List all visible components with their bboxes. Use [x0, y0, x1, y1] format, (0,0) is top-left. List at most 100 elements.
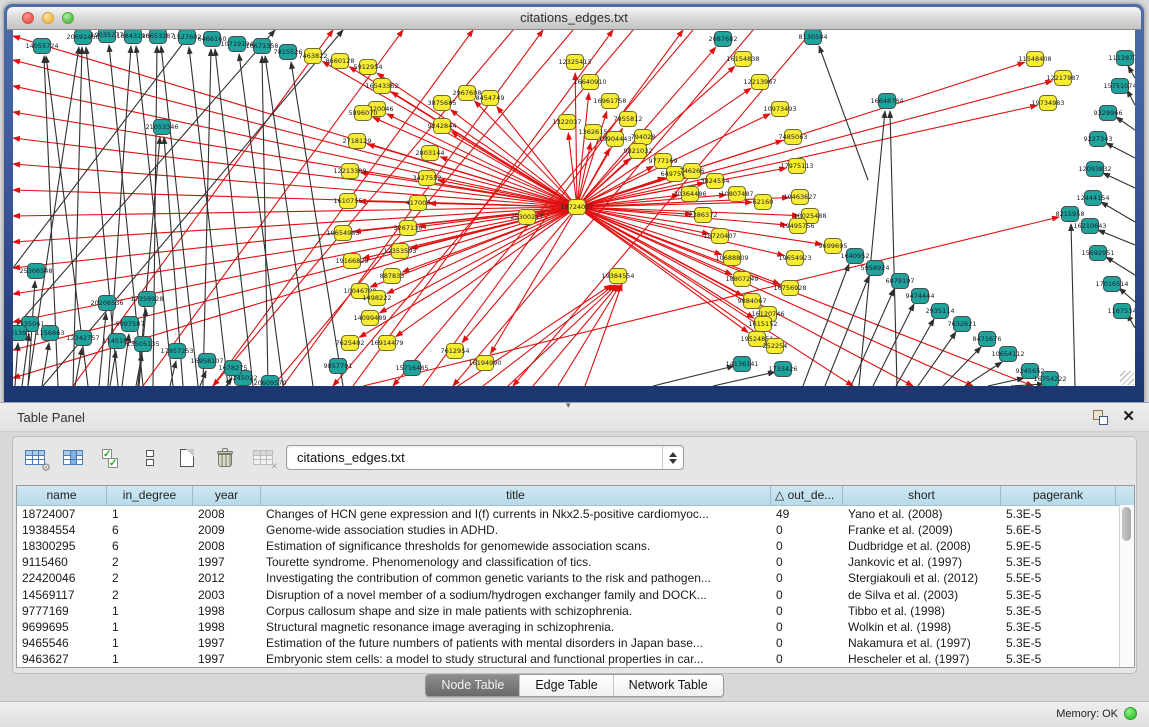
graph-node-label: 9227343: [1084, 135, 1113, 143]
table-cell: 9463627: [17, 652, 107, 666]
table-cell: Stergiakouli et al. (2012): [843, 571, 1001, 585]
table-cell: 0: [771, 620, 843, 634]
graph-node-label: 18720407: [703, 232, 736, 240]
table-header-row: namein_degreeyeartitle△ out_de...shortpa…: [17, 486, 1134, 506]
graph-node-label: 12325413: [558, 58, 591, 66]
float-panel-icon[interactable]: [1092, 409, 1108, 425]
graph-node-label: 16210643: [1073, 222, 1106, 230]
splitter-handle[interactable]: ▾: [566, 400, 571, 411]
graph-node-label: 5912954: [354, 63, 383, 71]
table-row[interactable]: 1456911722003Disruption of a novel membe…: [17, 586, 1134, 602]
table-cell: Nakamura et al. (1997): [843, 636, 1001, 650]
table-cell: 18300295: [17, 539, 107, 553]
row-height-icon[interactable]: [137, 446, 164, 472]
table-select-dropdown[interactable]: citations_edges.txt: [286, 445, 684, 470]
resize-grip[interactable]: [1120, 371, 1134, 385]
graph-node-label: 19166829: [335, 257, 368, 265]
column-header-short[interactable]: short: [843, 486, 1001, 505]
table-cell: Franke et al. (2009): [843, 523, 1001, 537]
table-cell: Tourette syndrome. Phenomenology and cla…: [261, 555, 771, 569]
table-row[interactable]: 1938455462009Genome-wide association stu…: [17, 522, 1134, 538]
window-title: citations_edges.txt: [7, 10, 1141, 25]
vertical-scrollbar[interactable]: [1119, 505, 1134, 667]
graph-node-label: 746266: [680, 167, 705, 175]
graph-node-label: 19654923: [778, 254, 811, 262]
column-header-name[interactable]: name: [17, 486, 107, 505]
graph-node-label: 17016514: [1095, 280, 1128, 288]
table-cell: Estimation of the future numbers of pati…: [261, 636, 771, 650]
create-column-icon[interactable]: [175, 446, 202, 472]
tab-network-table[interactable]: Network Table: [613, 675, 723, 696]
table-cell: 5.3E-5: [1001, 555, 1116, 569]
table-mode-icon[interactable]: ⚙: [23, 446, 50, 472]
graph-node-label: 1678275: [219, 364, 248, 372]
column-header-title[interactable]: title: [261, 486, 771, 505]
table-row[interactable]: 1872400712008Changes of HCN gene express…: [17, 506, 1134, 522]
network-canvas[interactable]: 1405572420691406190352771884319610653287…: [13, 30, 1135, 386]
graph-node-label: 2718129: [343, 137, 372, 145]
select-columns-icon[interactable]: ✓ ✓: [99, 446, 126, 472]
memory-widget[interactable]: Memory: OK: [1056, 707, 1137, 720]
table-cell: 2003: [193, 588, 261, 602]
graph-node-label: 18724007: [560, 203, 593, 211]
table-cell: 9465546: [17, 636, 107, 650]
table-cell: 0: [771, 555, 843, 569]
graph-node-label: 7612954: [441, 347, 470, 355]
graph-node-label: 9329966: [1094, 109, 1123, 117]
table-row[interactable]: 977716911998Corpus callosum shape and si…: [17, 603, 1134, 619]
graph-node-label: 5896070: [349, 109, 378, 117]
window-titlebar[interactable]: citations_edges.txt: [7, 7, 1141, 30]
graph-node-label: 21053346: [145, 123, 178, 131]
graph-node-label: 16648784: [870, 97, 903, 105]
graph-node-label: 8454749: [476, 94, 505, 102]
column-header-year[interactable]: year: [193, 486, 261, 505]
table-row[interactable]: 946554611997Estimation of the future num…: [17, 635, 1134, 651]
table-cell: 5.3E-5: [1001, 636, 1116, 650]
graph-node-label: 7485063: [779, 133, 808, 141]
delete-column-icon[interactable]: [213, 446, 240, 472]
column-visibility-icon[interactable]: [61, 446, 88, 472]
table-cell: 22420046: [17, 571, 107, 585]
table-cell: 5.3E-5: [1001, 652, 1116, 666]
graph-node-label: 20364486: [673, 190, 706, 198]
graph-node-label: 19384554: [601, 272, 634, 280]
graph-node-label: 11548408: [1018, 55, 1051, 63]
table-cell: 5.3E-5: [1001, 604, 1116, 618]
table-row[interactable]: 1830029562008Estimation of significance …: [17, 538, 1134, 554]
table-cell: Structural magnetic resonance image aver…: [261, 620, 771, 634]
table-row[interactable]: 2242004622012Investigating the contribut…: [17, 570, 1134, 586]
tab-edge-table[interactable]: Edge Table: [519, 675, 612, 696]
table-cell: Investigating the contribution of common…: [261, 571, 771, 585]
graph-node-label: 16914479: [370, 339, 403, 347]
table-cell: 1: [107, 604, 193, 618]
table-cell: 2009: [193, 523, 261, 537]
graph-svg[interactable]: 1405572420691406190352771884319610653287…: [13, 30, 1135, 386]
graph-node-label: 6879197: [886, 277, 915, 285]
table-cell: 5.5E-5: [1001, 571, 1116, 585]
table-cell: Hescheler et al. (1997): [843, 652, 1001, 666]
table-cell: Genome-wide association studies in ADHD.: [261, 523, 771, 537]
graph-node-label: 887833: [380, 272, 405, 280]
table-row[interactable]: 969969511998Structural magnetic resonanc…: [17, 619, 1134, 635]
table-cell: 1: [107, 507, 193, 521]
scrollbar-thumb[interactable]: [1122, 507, 1131, 541]
column-header-in_degree[interactable]: in_degree: [107, 486, 193, 505]
table-row[interactable]: 911546021997Tourette syndrome. Phenomeno…: [17, 554, 1134, 570]
graph-node-label: 62160: [753, 198, 774, 206]
tab-node-table[interactable]: Node Table: [426, 675, 519, 696]
graph-node-label: 14055724: [25, 42, 58, 50]
table-cell: Disruption of a novel member of a sodium…: [261, 588, 771, 602]
table-panel-body: ⚙ ✓ ✓ ✕ f(x) citations_edges.txt namein_…: [12, 436, 1137, 674]
gear-icon: ⚙: [41, 463, 51, 474]
table-cell: 14569117: [17, 588, 107, 602]
table-row[interactable]: 946362711997Embryonic stem cells: a mode…: [17, 651, 1134, 667]
graph-node-label: 17975113: [780, 162, 813, 170]
close-panel-icon[interactable]: ✕: [1122, 409, 1135, 425]
graph-node-label: 14099489: [353, 314, 386, 322]
column-header-out_de[interactable]: △ out_de...: [771, 486, 843, 505]
column-header-pagerank[interactable]: pagerank: [1001, 486, 1116, 505]
graph-node-label: 3824554: [701, 177, 730, 185]
table-cell: 2: [107, 555, 193, 569]
graph-node-label: 16961758: [593, 97, 626, 105]
graph-node-label: 7625402: [336, 339, 365, 347]
